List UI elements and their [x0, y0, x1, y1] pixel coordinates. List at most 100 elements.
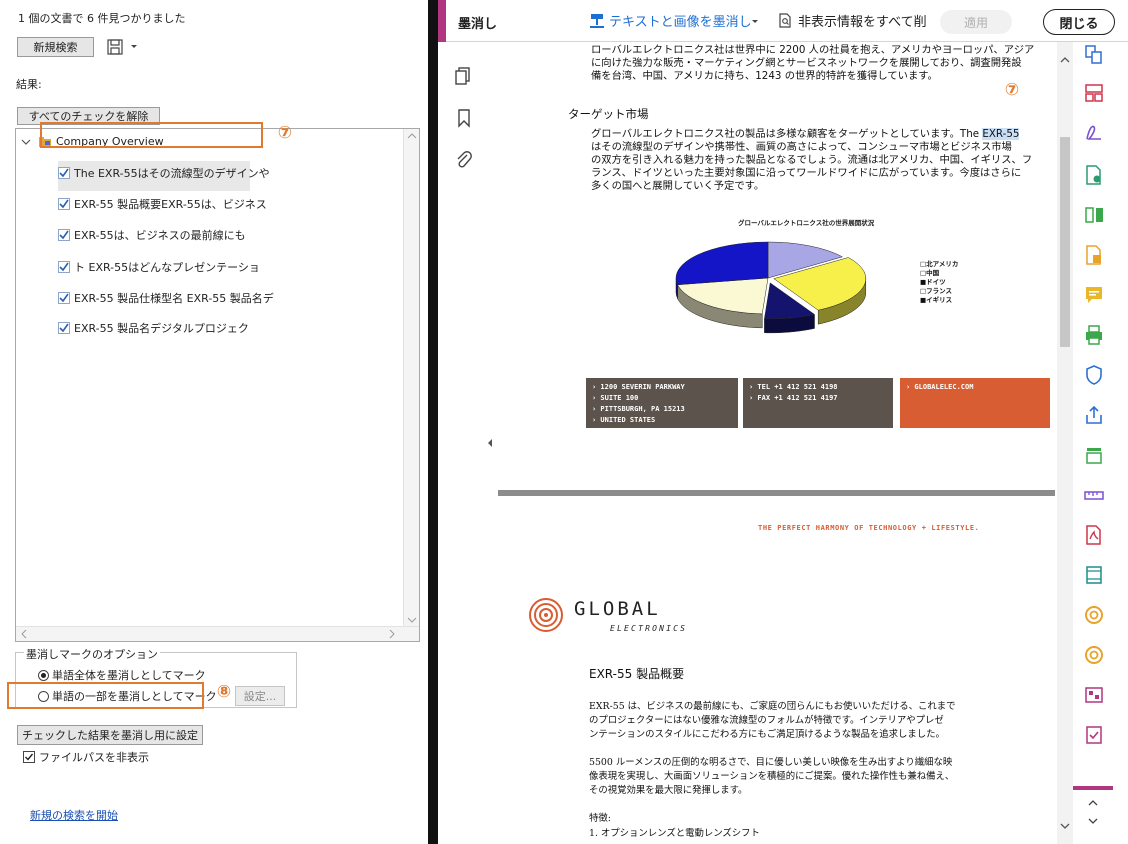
- results-horizontal-scrollbar[interactable]: [16, 626, 419, 641]
- pie-slices: [675, 241, 867, 334]
- close-button[interactable]: 閉じる: [1043, 9, 1115, 35]
- legend-entry: □フランス: [920, 287, 952, 295]
- result-item-label: The EXR-55はその流線型のデザインや: [74, 167, 270, 180]
- document-search-icon: [779, 12, 791, 28]
- rail-scroll-up-icon[interactable]: [1087, 798, 1099, 808]
- scroll-up-arrow-icon[interactable]: [404, 131, 420, 141]
- apply-checked-results-button[interactable]: チェックした結果を墨消し用に設定: [17, 725, 203, 745]
- address-line: › UNITED STATES: [592, 416, 656, 424]
- action-wizard-gear-icon[interactable]: [1083, 604, 1105, 626]
- product-overview-heading: EXR-55 製品概要: [589, 667, 685, 681]
- scroll-up-arrow-icon[interactable]: [1057, 54, 1073, 66]
- address-line: › 1200 SEVERIN PARKWAY: [592, 383, 685, 391]
- certificates-gear-icon[interactable]: [1083, 644, 1105, 666]
- annotation-marker-7: ⑦: [277, 123, 293, 143]
- website-box: › GLOBALELEC.COM: [900, 378, 1050, 428]
- comment-icon[interactable]: [1083, 284, 1105, 306]
- share-upload-icon[interactable]: [1083, 404, 1105, 426]
- remove-hidden-info-label: 非表示情報をすべて削: [798, 15, 927, 30]
- tree-result-item[interactable]: The EXR-55はその流線型のデザインや: [58, 165, 270, 181]
- accessibility-icon[interactable]: [1083, 684, 1105, 706]
- checkbox-checked-icon[interactable]: [58, 322, 70, 334]
- checkbox-checked-icon[interactable]: [58, 229, 70, 241]
- rich-media-icon[interactable]: [1083, 564, 1105, 586]
- export-pdf-icon[interactable]: [1083, 164, 1105, 186]
- redact-dropdown-chevron-icon[interactable]: [750, 17, 760, 27]
- document-page-2: THE PERFECT HARMONY OF TECHNOLOGY + LIFE…: [498, 496, 1055, 844]
- settings-button[interactable]: 設定...: [235, 686, 285, 706]
- rail-scroll-down-icon[interactable]: [1087, 816, 1099, 826]
- redact-text-image-button[interactable]: テキストと画像を墨消し: [588, 11, 752, 30]
- hide-file-path-checkbox[interactable]: ファイルパスを非表示: [23, 749, 149, 765]
- combine-files-icon[interactable]: [1083, 44, 1105, 66]
- option-whole-label: 単語全体を墨消しとしてマーク: [52, 669, 206, 682]
- stamp-icon[interactable]: [1083, 444, 1105, 466]
- tree-result-item[interactable]: EXR-55 製品名デジタルプロジェク: [58, 320, 249, 336]
- results-vertical-scrollbar[interactable]: [403, 129, 419, 627]
- scroll-down-arrow-icon[interactable]: [1057, 820, 1073, 832]
- start-new-search-link[interactable]: 新規の検索を開始: [30, 807, 118, 823]
- compare-files-icon[interactable]: [1083, 204, 1105, 226]
- fill-sign-icon[interactable]: [1083, 122, 1105, 144]
- result-item-label: EXR-55は、ビジネスの最前線にも: [74, 229, 246, 242]
- save-icon: [107, 39, 123, 55]
- scroll-right-arrow-icon[interactable]: [387, 627, 397, 641]
- scroll-down-arrow-icon[interactable]: [404, 615, 420, 625]
- checkbox-checked-icon[interactable]: [58, 167, 70, 179]
- legend-entry: □北アメリカ: [920, 259, 958, 268]
- results-tree[interactable]: Company Overview The EXR-55はその流線型のデザインや …: [15, 128, 420, 642]
- chart-title: グローバルエレクトロニクス社の世界展開状況: [738, 218, 875, 227]
- create-pdf-icon[interactable]: [1083, 244, 1105, 266]
- attachment-icon[interactable]: [452, 148, 476, 172]
- remove-hidden-info-button[interactable]: 非表示情報をすべて削: [776, 11, 927, 30]
- navigation-rail: [446, 42, 498, 844]
- target-line: の双方を引き入れる魅力を持った製品となるでしょう。流通は北アメリカ、中国、イギリ…: [591, 154, 1033, 166]
- checkbox-checked-icon[interactable]: [58, 292, 70, 304]
- scroll-left-arrow-icon[interactable]: [19, 627, 29, 641]
- annotation-marker-7-doc: ⑦: [1004, 80, 1020, 100]
- address-line: › SUITE 100: [592, 394, 639, 402]
- checkbox-checked-icon[interactable]: [58, 198, 70, 210]
- collapse-panel-arrow-icon[interactable]: [486, 438, 494, 448]
- tree-result-item[interactable]: EXR-55は、ビジネスの最前線にも: [58, 227, 246, 243]
- pie-slice-イギリス: [675, 241, 769, 286]
- result-item-label: ト EXR-55はどんなプレゼンテーショ: [74, 261, 260, 274]
- target-line: 多くの国へと展開していく予定です。: [591, 180, 765, 192]
- apply-button[interactable]: 適用: [940, 10, 1012, 34]
- save-results-button[interactable]: [106, 37, 140, 57]
- result-item-label: EXR-55 製品概要EXR-55は、ビジネス: [74, 198, 267, 211]
- overview-line: 像表現を実現し、大画面ソリューションを積極的にご提案。優れた操作性も兼ね備え、: [589, 771, 955, 782]
- organize-pages-icon[interactable]: [1083, 82, 1105, 104]
- measure-ruler-icon[interactable]: [1083, 484, 1105, 506]
- result-item-label: EXR-55 製品仕様型名 EXR-55 製品名デ: [74, 292, 274, 305]
- address-line: › PITTSBURGH, PA 15213: [592, 405, 685, 413]
- collapse-chevron-icon[interactable]: [20, 137, 32, 147]
- overview-line: その視覚効果を最大限に発揮します。: [589, 785, 748, 796]
- page-thumbnails-icon[interactable]: [452, 64, 476, 88]
- document-scrollbar[interactable]: [1057, 42, 1073, 844]
- forms-checklist-icon[interactable]: [1083, 724, 1105, 746]
- checkbox-checked-icon[interactable]: [58, 261, 70, 273]
- print-production-icon[interactable]: [1083, 324, 1105, 346]
- tools-rail: [1073, 42, 1128, 844]
- radio-selected-icon[interactable]: [38, 669, 49, 681]
- option-whole-word-radio[interactable]: 単語全体を墨消しとしてマーク: [38, 667, 206, 683]
- new-search-button[interactable]: 新規検索: [17, 37, 94, 57]
- pdf-document-icon[interactable]: [1083, 524, 1105, 546]
- panel-divider[interactable]: [428, 0, 438, 844]
- tree-result-item[interactable]: ト EXR-55はどんなプレゼンテーショ: [58, 259, 260, 275]
- target-line: はその流線型のデザインや携帯性、画質の高さによって、コンシューマ市場とビジネス市…: [591, 141, 1012, 153]
- address-box: › 1200 SEVERIN PARKWAY › SUITE 100 › PIT…: [586, 378, 738, 428]
- redact-text-image-label: テキストと画像を墨消し: [609, 15, 752, 30]
- bookmark-icon[interactable]: [452, 106, 476, 130]
- phone-line: › FAX +1 412 521 4197: [749, 394, 838, 402]
- legend-entry: □中国: [920, 268, 940, 277]
- document-view[interactable]: ローバルエレクトロニクス社は世界中に 2200 人の社員を抱え、アメリカやヨーロ…: [498, 42, 1057, 844]
- phone-box: › TEL +1 412 521 4198 › FAX +1 412 521 4…: [743, 378, 893, 428]
- tree-result-item[interactable]: EXR-55 製品概要EXR-55は、ビジネス: [58, 196, 267, 212]
- legend-entry: ■イギリス: [920, 295, 952, 304]
- tree-result-item[interactable]: EXR-55 製品仕様型名 EXR-55 製品名デ: [58, 290, 274, 306]
- document-scroll-thumb[interactable]: [1060, 137, 1070, 347]
- checkbox-checked-icon[interactable]: [23, 751, 35, 763]
- protect-shield-icon[interactable]: [1083, 364, 1105, 386]
